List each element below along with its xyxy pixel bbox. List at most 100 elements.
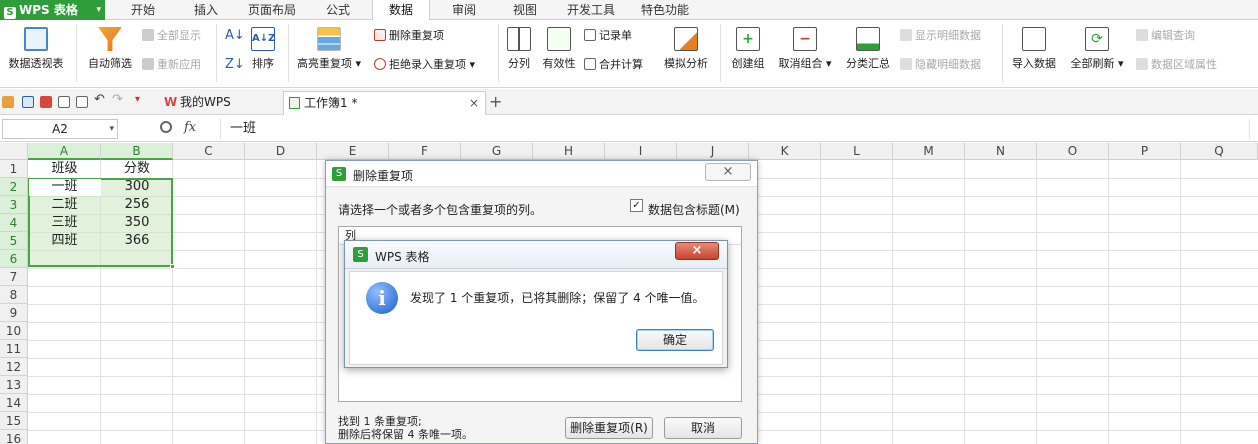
app-menu-button[interactable]: S WPS 表格 ▾ [0, 0, 105, 20]
header-checkbox[interactable]: ✓ [630, 199, 643, 212]
cell-b3[interactable]: 256 [101, 196, 173, 214]
save-icon[interactable] [22, 96, 34, 108]
tab-formula[interactable]: 公式 [316, 0, 360, 20]
row-header-14[interactable]: 14 [0, 394, 28, 412]
column-header-m[interactable]: M [893, 143, 965, 160]
row-header-8[interactable]: 8 [0, 286, 28, 304]
show-detail-button[interactable]: 显示明细数据 [900, 28, 981, 44]
column-header-f[interactable]: F [389, 143, 461, 160]
row-header-11[interactable]: 11 [0, 340, 28, 358]
row-header-13[interactable]: 13 [0, 376, 28, 394]
tab-special[interactable]: 特色功能 [634, 0, 696, 20]
tab-workbook1[interactable]: 工作簿1 * × [283, 91, 486, 115]
import-data-button[interactable]: 导入数据 [1008, 27, 1060, 71]
cancel-button[interactable]: 取消 [664, 417, 742, 439]
tab-review[interactable]: 审阅 [442, 0, 486, 20]
remove-duplicates-button[interactable]: 删除重复项 [374, 28, 444, 44]
row-header-15[interactable]: 15 [0, 412, 28, 430]
subtotal-button[interactable]: 分类汇总 [842, 27, 894, 71]
undo-icon[interactable]: ↶ [94, 93, 106, 106]
column-header-c[interactable]: C [173, 143, 245, 160]
close-button[interactable]: × [705, 163, 751, 181]
tab-view[interactable]: 视图 [503, 0, 547, 20]
insert-function-icon[interactable]: fx [184, 120, 196, 135]
cell-a2[interactable]: 一班 [28, 178, 101, 196]
column-header-p[interactable]: P [1109, 143, 1181, 160]
autofilter-button[interactable]: 自动筛选 [84, 27, 136, 71]
message-titlebar[interactable]: S WPS 表格 × [345, 241, 727, 269]
reapply-button[interactable]: 重新应用 [142, 57, 201, 73]
create-group-button[interactable]: + 创建组 [726, 27, 770, 71]
record-list-button[interactable]: 记录单 [584, 28, 632, 44]
pivot-table-button[interactable]: 数据透视表 [4, 27, 68, 71]
close-button[interactable]: × [675, 242, 719, 260]
column-header-j[interactable]: J [677, 143, 749, 160]
row-header-9[interactable]: 9 [0, 304, 28, 322]
refresh-all-button[interactable]: ⟳ 全部刷新 ▾ [1066, 27, 1128, 71]
merge-calculate-button[interactable]: 合并计算 [584, 57, 643, 73]
fill-handle[interactable] [170, 264, 175, 269]
cell-a4[interactable]: 三班 [28, 214, 101, 232]
print-preview-icon[interactable] [76, 96, 88, 108]
row-header-5[interactable]: 5 [0, 232, 28, 250]
highlight-duplicates-button[interactable]: 高亮重复项 ▾ [294, 27, 364, 71]
show-all-button[interactable]: 全部显示 [142, 28, 201, 44]
row-header-7[interactable]: 7 [0, 268, 28, 286]
row-header-3[interactable]: 3 [0, 196, 28, 214]
tab-my-wps[interactable]: W 我的WPS [160, 91, 280, 115]
select-all-corner[interactable] [0, 143, 28, 160]
formula-input[interactable]: 一班 [220, 119, 1250, 139]
open-folder-icon[interactable] [2, 96, 14, 108]
row-header-1[interactable]: 1 [0, 160, 28, 178]
customize-quick-access-icon[interactable]: ▾ [135, 94, 147, 106]
column-header-h[interactable]: H [533, 143, 605, 160]
column-header-l[interactable]: L [821, 143, 893, 160]
search-icon[interactable] [160, 121, 172, 133]
row-header-12[interactable]: 12 [0, 358, 28, 376]
column-header-a[interactable]: A [28, 143, 101, 160]
cell-b5[interactable]: 366 [101, 232, 173, 250]
row-header-4[interactable]: 4 [0, 214, 28, 232]
cell-a3[interactable]: 二班 [28, 196, 101, 214]
close-tab-icon[interactable]: × [469, 92, 479, 114]
range-properties-button[interactable]: 数据区域属性 [1136, 57, 1217, 73]
column-header-e[interactable]: E [317, 143, 389, 160]
redo-icon[interactable]: ↷ [112, 93, 124, 106]
tab-developer[interactable]: 开发工具 [560, 0, 622, 20]
new-tab-icon[interactable]: + [489, 92, 502, 111]
dialog-titlebar[interactable]: S 删除重复项 × [326, 161, 757, 187]
sort-descending-icon[interactable]: Z↓ [225, 57, 245, 73]
column-header-i[interactable]: I [605, 143, 677, 160]
validity-button[interactable]: 有效性 [540, 27, 578, 71]
column-header-k[interactable]: K [749, 143, 821, 160]
hide-detail-button[interactable]: 隐藏明细数据 [900, 57, 981, 73]
split-column-button[interactable]: 分列 [504, 27, 534, 71]
column-header-n[interactable]: N [965, 143, 1037, 160]
cell-b1[interactable]: 分数 [101, 160, 173, 178]
cell-b2[interactable]: 300 [101, 178, 173, 196]
ungroup-button[interactable]: − 取消组合 ▾ [774, 27, 836, 71]
edit-query-button[interactable]: 编辑查询 [1136, 28, 1195, 44]
tab-start[interactable]: 开始 [121, 0, 165, 20]
column-header-b[interactable]: B [101, 143, 173, 160]
name-box[interactable]: A2 ▾ [2, 119, 118, 139]
print-icon[interactable] [58, 96, 70, 108]
reject-duplicates-button[interactable]: 拒绝录入重复项 ▾ [374, 57, 475, 73]
cell-a1[interactable]: 班级 [28, 160, 101, 178]
row-header-2[interactable]: 2 [0, 178, 28, 196]
cell-a5[interactable]: 四班 [28, 232, 101, 250]
column-header-q[interactable]: Q [1181, 143, 1258, 160]
column-header-d[interactable]: D [245, 143, 317, 160]
row-header-16[interactable]: 16 [0, 430, 28, 444]
header-checkbox-label[interactable]: 数据包含标题(M) [648, 201, 740, 218]
ok-button[interactable]: 确定 [636, 329, 714, 351]
column-header-g[interactable]: G [461, 143, 533, 160]
row-header-10[interactable]: 10 [0, 322, 28, 340]
tab-page-layout[interactable]: 页面布局 [242, 0, 302, 20]
tab-insert[interactable]: 插入 [184, 0, 228, 20]
cell-b4[interactable]: 350 [101, 214, 173, 232]
remove-duplicates-confirm-button[interactable]: 删除重复项(R) [565, 417, 653, 439]
sort-button[interactable]: A↓Z 排序 [246, 27, 280, 71]
export-pdf-icon[interactable] [40, 96, 52, 108]
row-header-6[interactable]: 6 [0, 250, 28, 268]
